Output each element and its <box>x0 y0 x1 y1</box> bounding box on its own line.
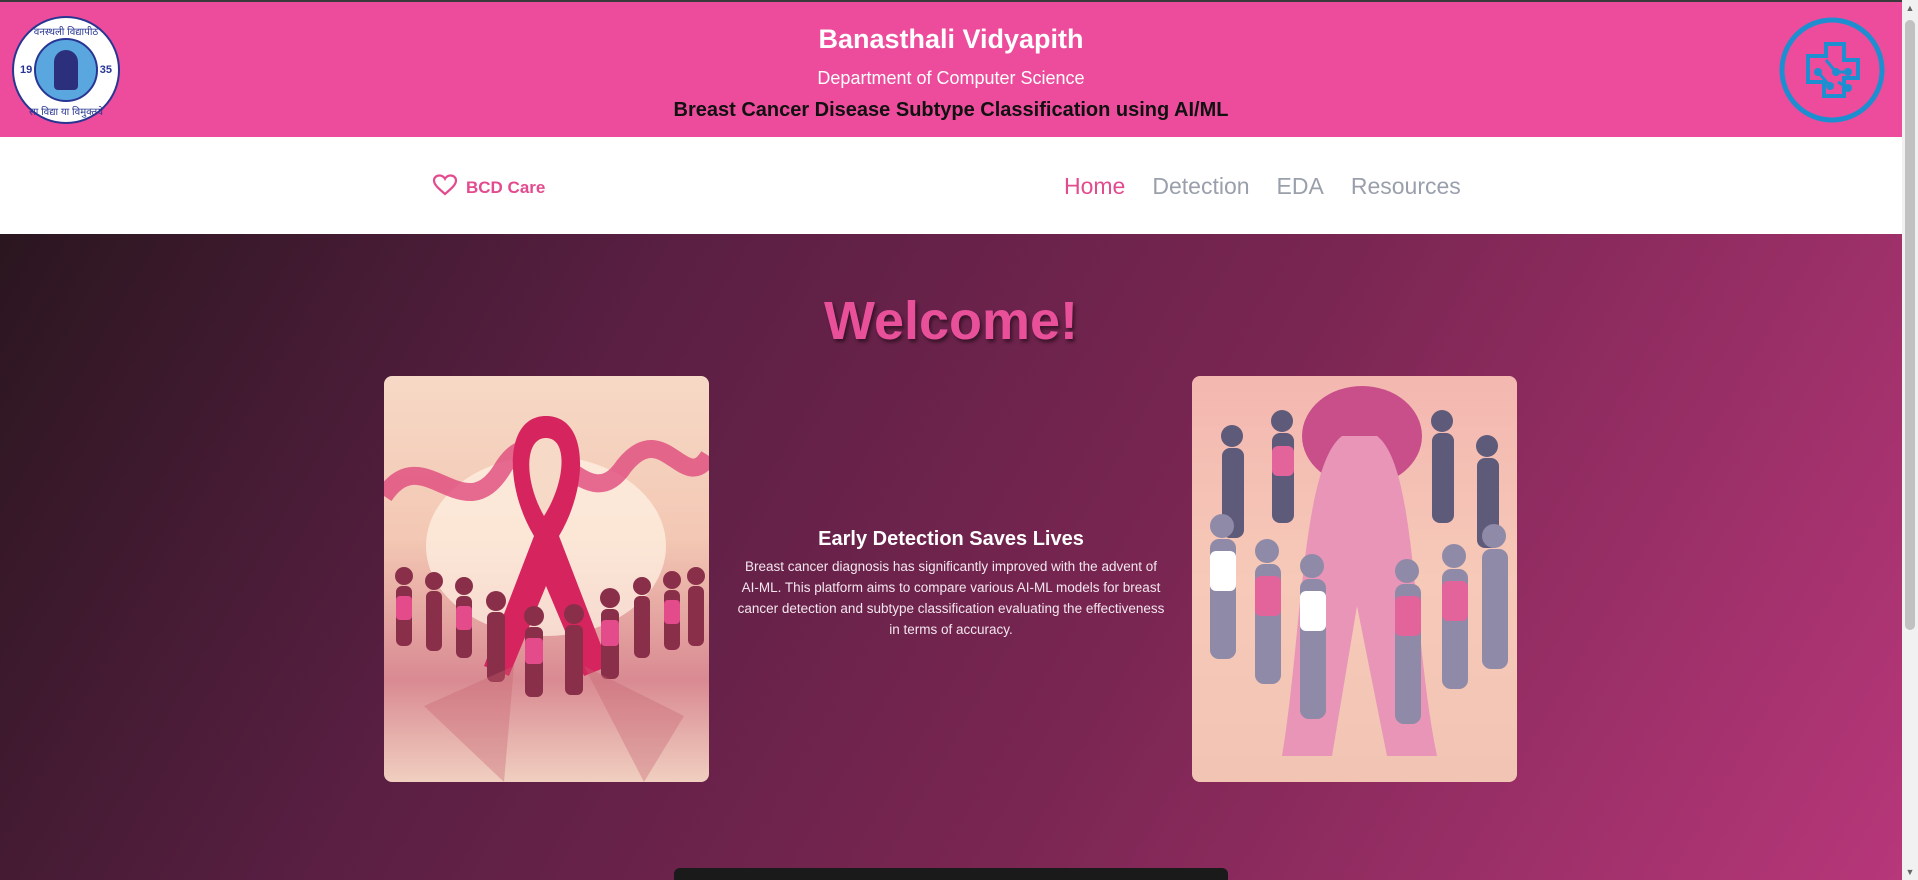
circuit-icon <box>1778 16 1886 124</box>
brand-link[interactable]: BCD Care <box>432 173 545 202</box>
vertical-scrollbar[interactable]: ▲ ▼ <box>1902 0 1918 880</box>
university-name: Banasthali Vidyapith <box>818 24 1084 54</box>
nav-home[interactable]: Home <box>1064 173 1125 200</box>
nav-eda[interactable]: EDA <box>1277 173 1324 200</box>
heart-icon <box>432 173 458 202</box>
feature-description: Breast cancer diagnosis has significantl… <box>737 559 1165 637</box>
welcome-heading: Welcome! <box>823 291 1079 351</box>
navbar: BCD Care Home Detection EDA Resources <box>0 137 1902 234</box>
scroll-thumb[interactable] <box>1905 20 1915 630</box>
department-name: Department of Computer Science <box>817 68 1085 88</box>
browser-viewport: वनस्थली विद्यापीठ 19 35 सा विद्या या विम… <box>0 0 1902 880</box>
nav-resources[interactable]: Resources <box>1351 173 1461 200</box>
nav-links: Home Detection EDA Resources <box>1064 173 1461 200</box>
scroll-down-icon[interactable]: ▼ <box>1902 864 1918 880</box>
feature-title: Early Detection Saves Lives <box>818 528 1084 550</box>
brand-label: BCD Care <box>466 177 546 197</box>
project-title: Breast Cancer Disease Subtype Classifica… <box>673 99 1229 121</box>
awareness-community-image <box>1192 376 1517 782</box>
top-banner: वनस्थली विद्यापीठ 19 35 सा विद्या या विम… <box>0 2 1902 137</box>
hero-section: Welcome! Early Detection Saves Lives Bre… <box>0 234 1902 880</box>
scroll-up-icon[interactable]: ▲ <box>1902 0 1918 16</box>
bottom-panel-edge <box>674 868 1228 880</box>
awareness-crowd-image <box>384 376 709 782</box>
nav-detection[interactable]: Detection <box>1152 173 1249 200</box>
